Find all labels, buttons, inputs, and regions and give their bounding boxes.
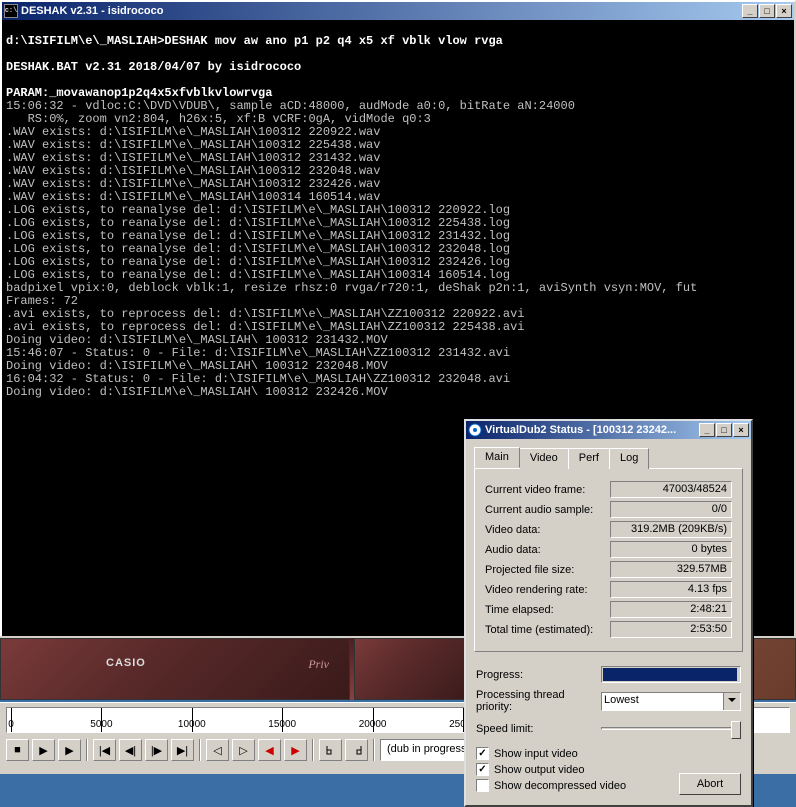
separator — [199, 739, 201, 761]
lower-panel: Progress: Processing thread priority: Lo… — [466, 660, 751, 805]
label-current-video-frame: Current video frame: — [485, 484, 610, 496]
check-show-output[interactable]: ✓ — [476, 763, 489, 776]
priority-label: Processing thread priority: — [476, 689, 601, 713]
scene-next-button[interactable]: ▶ — [284, 739, 307, 761]
ruler-label: 5000 — [90, 719, 112, 730]
dialog-maximize-button[interactable]: □ — [716, 423, 732, 437]
speed-label: Speed limit: — [476, 723, 601, 735]
progress-bar — [601, 666, 741, 683]
priority-select[interactable]: Lowest — [601, 692, 741, 711]
mark-in-icon — [325, 744, 337, 756]
seek-end-button[interactable]: ▶| — [171, 739, 194, 761]
ruler-label: 15000 — [268, 719, 296, 730]
video-thumb-input: CASIO Priv — [0, 638, 350, 700]
value-video-data: 319.2MB (209KB/s) — [610, 521, 732, 538]
priority-value: Lowest — [604, 694, 639, 706]
step-fwd-button[interactable]: |▶ — [145, 739, 168, 761]
check-show-decomp-label: Show decompressed video — [494, 780, 626, 792]
virtualdub-icon — [468, 423, 482, 437]
label-audio-data: Audio data: — [485, 544, 610, 556]
tab-perf[interactable]: Perf — [568, 448, 610, 469]
label-render-rate: Video rendering rate: — [485, 584, 610, 596]
separator — [373, 739, 375, 761]
label-projected-size: Projected file size: — [485, 564, 610, 576]
mark-out-icon — [351, 744, 363, 756]
mark-in-button[interactable] — [319, 739, 342, 761]
mark-out-button[interactable] — [345, 739, 368, 761]
separator — [86, 739, 88, 761]
speed-thumb[interactable] — [731, 721, 741, 739]
status-dialog: VirtualDub2 Status - [100312 23242... _ … — [464, 419, 753, 807]
scene-prev-button[interactable]: ◀ — [258, 739, 281, 761]
close-button[interactable]: × — [776, 4, 792, 18]
value-audio-data: 0 bytes — [610, 541, 732, 558]
key-next-button[interactable]: ▷ — [232, 739, 255, 761]
key-prev-button[interactable]: ◁ — [206, 739, 229, 761]
value-current-video-frame: 47003/48524 — [610, 481, 732, 498]
dropdown-arrow-icon — [728, 698, 736, 702]
separator — [312, 739, 314, 761]
main-tab-panel: Current video frame:47003/48524 Current … — [474, 468, 743, 652]
tab-log[interactable]: Log — [609, 448, 649, 469]
speed-slider[interactable] — [601, 719, 741, 739]
value-time-elapsed: 2:48:21 — [610, 601, 732, 618]
seek-start-button[interactable]: |◀ — [93, 739, 116, 761]
label-video-data: Video data: — [485, 524, 610, 536]
check-show-input[interactable]: ✓ — [476, 747, 489, 760]
console-titlebar[interactable]: c:\ DESHAK v2.31 - isidrococo _ □ × — [2, 2, 794, 20]
video-thumb-output — [354, 638, 474, 700]
tab-main[interactable]: Main — [474, 447, 520, 468]
ruler-label: 0 — [8, 719, 14, 730]
label-current-audio-sample: Current audio sample: — [485, 504, 610, 516]
status-titlebar[interactable]: VirtualDub2 Status - [100312 23242... _ … — [466, 421, 751, 439]
play-input-button[interactable]: ▶ — [32, 739, 55, 761]
label-time-elapsed: Time elapsed: — [485, 604, 610, 616]
check-show-decomp[interactable] — [476, 779, 489, 792]
abort-button[interactable]: Abort — [679, 773, 741, 795]
value-total-time: 2:53:50 — [610, 621, 732, 638]
speed-track — [601, 727, 741, 730]
console-icon: c:\ — [4, 4, 18, 18]
label-total-time: Total time (estimated): — [485, 624, 610, 636]
check-show-input-label: Show input video — [494, 748, 578, 760]
stop-button[interactable]: ■ — [6, 739, 29, 761]
progress-label: Progress: — [476, 669, 601, 681]
maximize-button[interactable]: □ — [759, 4, 775, 18]
progress-fill — [603, 668, 737, 681]
play-output-button[interactable]: ▶ — [58, 739, 81, 761]
status-title: VirtualDub2 Status - [100312 23242... — [485, 424, 699, 436]
tabs-row: Main Video Perf Log — [474, 447, 743, 468]
value-render-rate: 4.13 fps — [610, 581, 732, 598]
ruler-label: 20000 — [359, 719, 387, 730]
tab-video[interactable]: Video — [519, 448, 569, 469]
value-projected-size: 329.57MB — [610, 561, 732, 578]
dialog-minimize-button[interactable]: _ — [699, 423, 715, 437]
brand-label: CASIO — [106, 657, 146, 669]
console-title: DESHAK v2.31 - isidrococo — [21, 5, 742, 17]
dialog-close-button[interactable]: × — [733, 423, 749, 437]
step-back-button[interactable]: ◀| — [119, 739, 142, 761]
priv-label: Priv — [308, 657, 329, 672]
ruler-label: 10000 — [178, 719, 206, 730]
minimize-button[interactable]: _ — [742, 4, 758, 18]
value-current-audio-sample: 0/0 — [610, 501, 732, 518]
